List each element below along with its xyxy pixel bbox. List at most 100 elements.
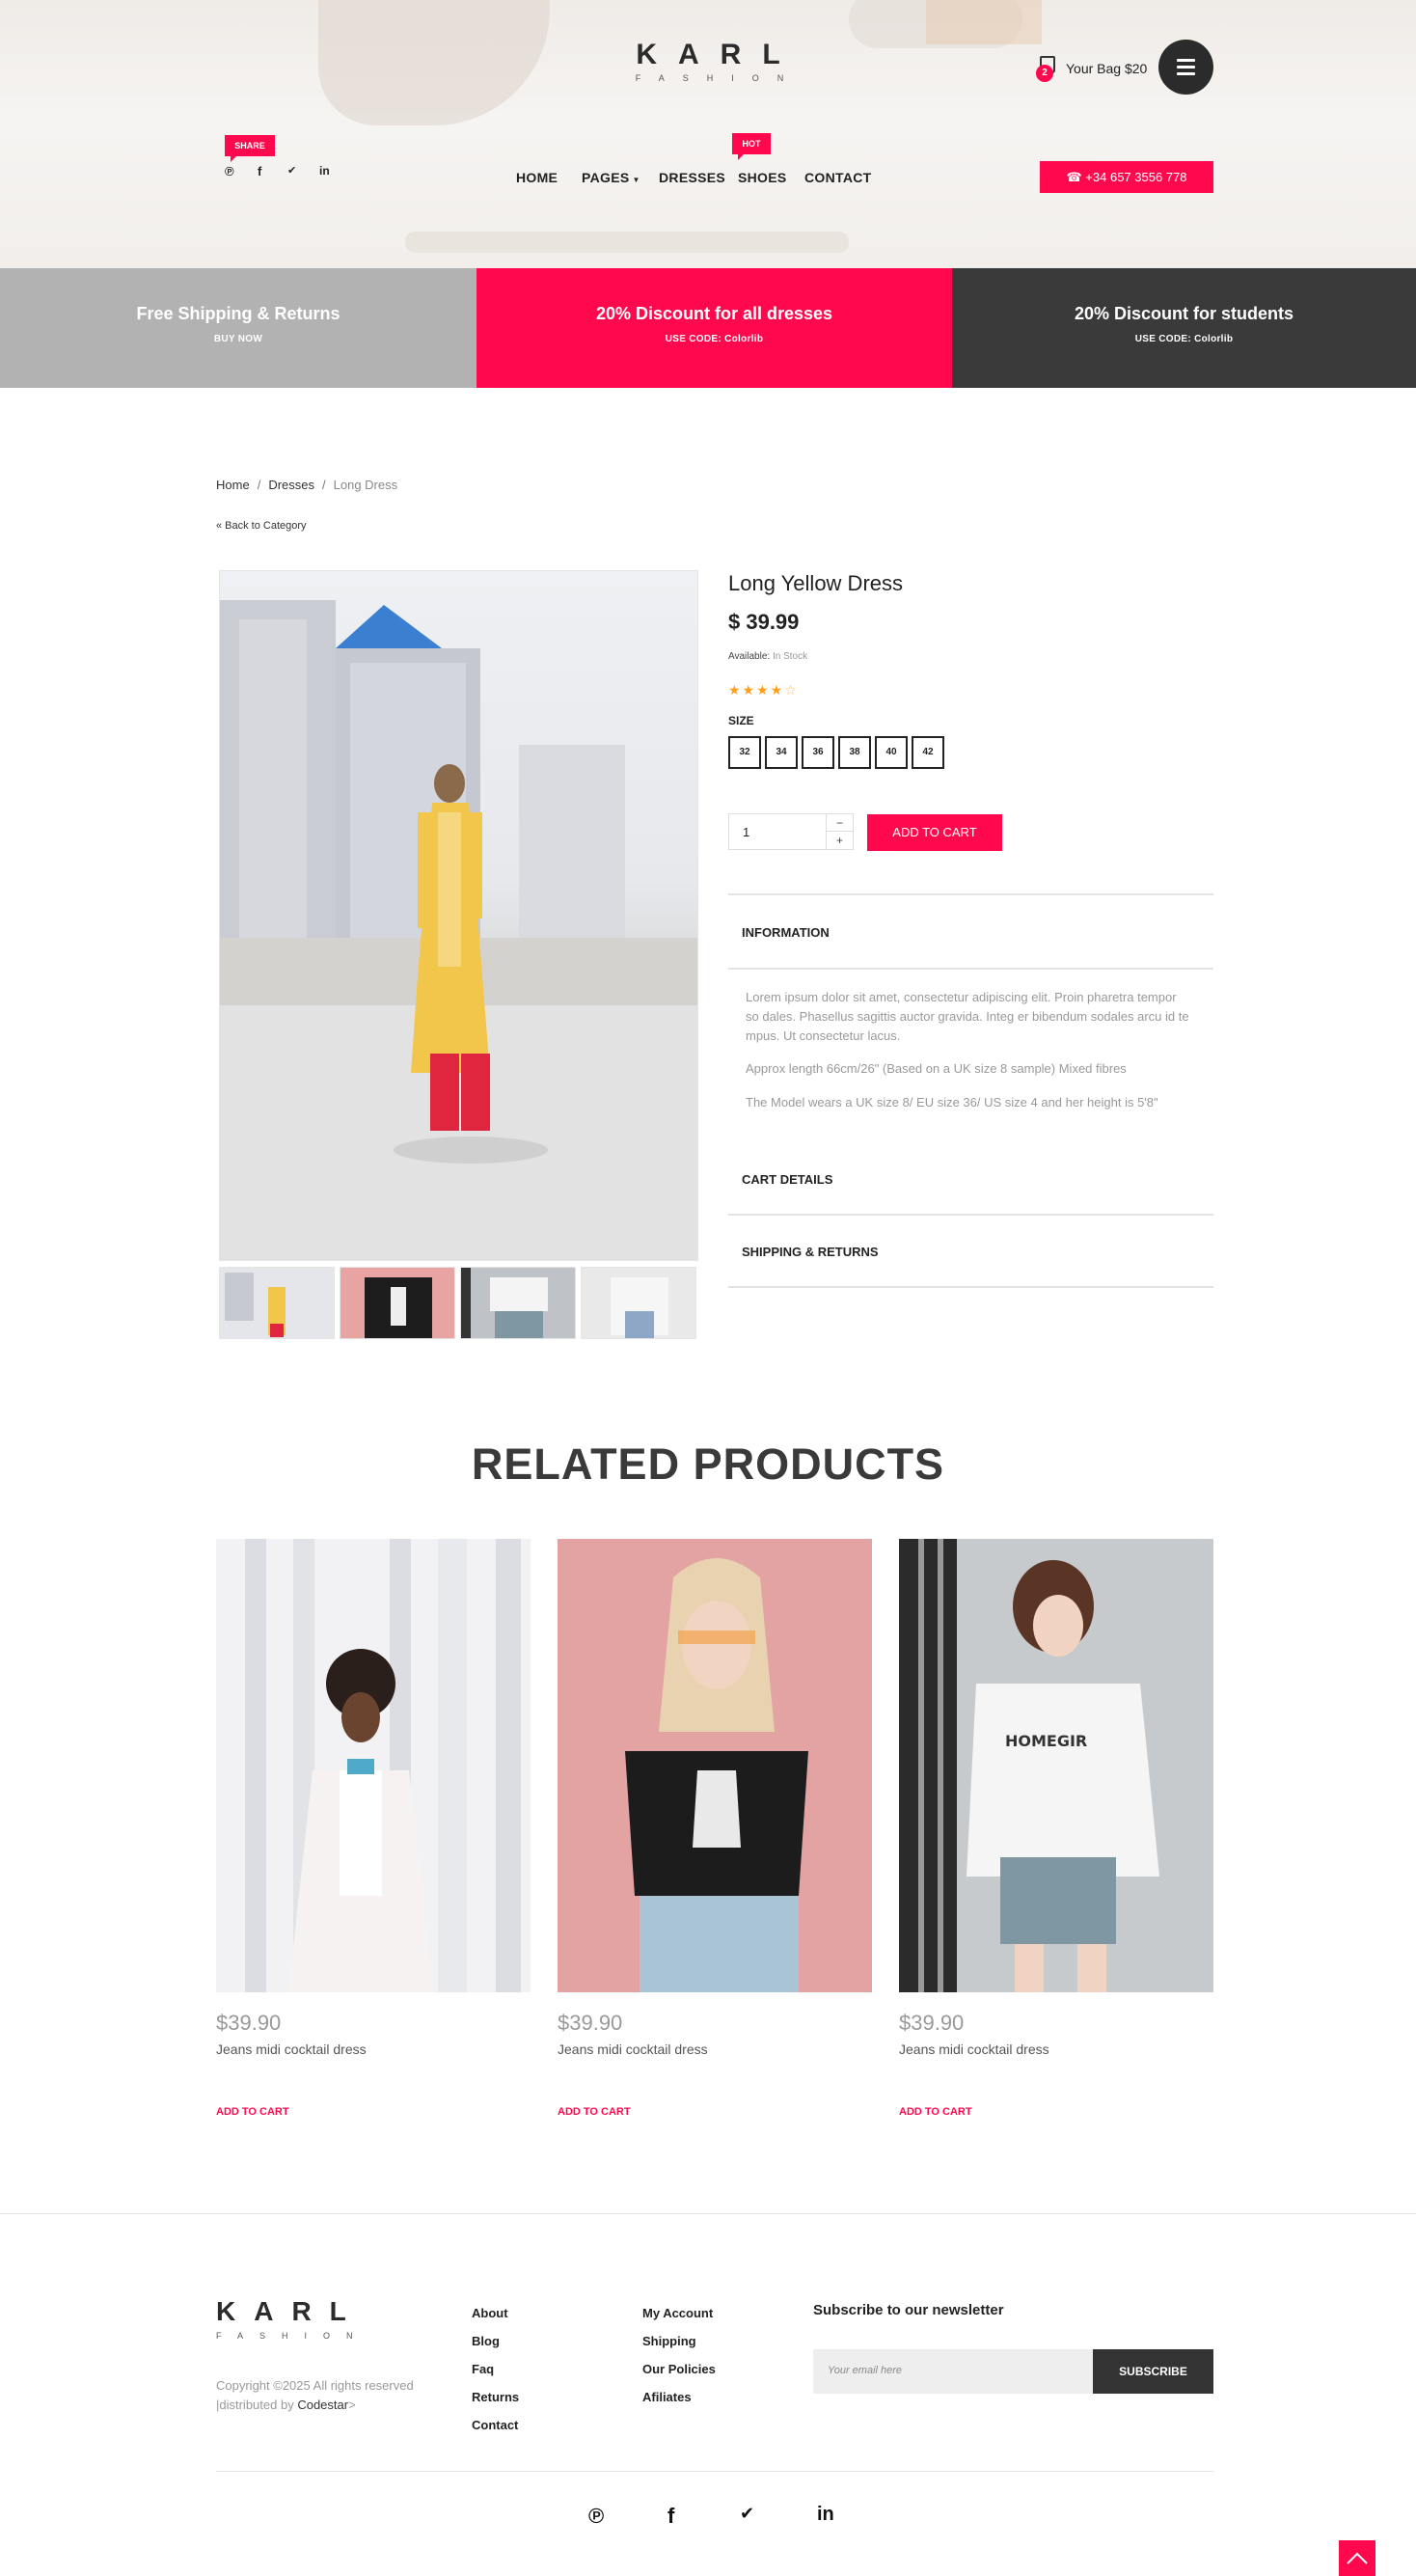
pinterest-icon[interactable]: ℗ bbox=[225, 164, 234, 178]
size-label: SIZE bbox=[728, 714, 754, 727]
share-tag: SHARE bbox=[225, 135, 275, 162]
quantity-decrease-button[interactable]: − bbox=[827, 814, 853, 832]
footer-link-shipping[interactable]: Shipping bbox=[642, 2334, 696, 2348]
footer-link-blog[interactable]: Blog bbox=[472, 2334, 500, 2348]
information-length: Approx length 66cm/26" (Based on a UK si… bbox=[746, 1061, 1127, 1076]
promo-dress-discount[interactable]: 20% Discount for all dresses USE CODE: C… bbox=[477, 268, 952, 388]
copyright-text: Copyright ©2025 All rights reserved bbox=[216, 2378, 414, 2393]
header-background-shoe bbox=[318, 0, 550, 125]
promo-title: 20% Discount for all dresses bbox=[595, 304, 833, 323]
quantity-value[interactable]: 1 bbox=[743, 825, 749, 839]
thumbnail-1[interactable] bbox=[219, 1267, 335, 1339]
related-product-image-2[interactable] bbox=[558, 1539, 872, 1992]
related-add-to-cart[interactable]: ADD TO CART bbox=[216, 2106, 289, 2118]
product-price: $ 39.99 bbox=[728, 610, 800, 634]
accordion-divider bbox=[728, 1286, 1213, 1288]
product-main-image[interactable] bbox=[219, 570, 698, 1261]
pinterest-icon[interactable]: ℗ bbox=[588, 2504, 604, 2529]
footer-link-contact[interactable]: Contact bbox=[472, 2418, 518, 2432]
star-icon: ★★★★ bbox=[728, 682, 785, 698]
nav-home[interactable]: HOME bbox=[516, 170, 558, 185]
thumbnail-3[interactable] bbox=[460, 1267, 576, 1339]
distributor-link[interactable]: Codestar bbox=[297, 2398, 348, 2412]
nav-dresses[interactable]: DRESSES bbox=[659, 170, 725, 185]
back-to-category-link[interactable]: « Back to Category bbox=[216, 520, 307, 532]
related-name[interactable]: Jeans midi cocktail dress bbox=[216, 2042, 367, 2057]
availability-label: Available: bbox=[728, 651, 771, 662]
facebook-icon[interactable]: f bbox=[667, 2504, 674, 2529]
site-logo[interactable]: KARL FASHION bbox=[627, 39, 810, 83]
breadcrumb-current: Long Dress bbox=[333, 478, 398, 492]
quantity-buttons: − + bbox=[826, 814, 853, 849]
accordion-shipping-returns[interactable]: SHIPPING & RETURNS bbox=[742, 1245, 879, 1259]
add-to-cart-button[interactable]: ADD TO CART bbox=[867, 814, 1002, 851]
facebook-icon[interactable]: f bbox=[258, 164, 261, 178]
promo-sub: USE CODE: Colorlib bbox=[1134, 334, 1234, 344]
star-empty-icon: ☆ bbox=[784, 682, 799, 698]
hot-tag: HOT bbox=[732, 133, 771, 160]
shirt-print-text: HOMEGIR bbox=[1005, 1732, 1087, 1750]
nav-contact[interactable]: CONTACT bbox=[804, 170, 872, 185]
logo-main-text: KARL bbox=[636, 39, 802, 70]
footer-link-policies[interactable]: Our Policies bbox=[642, 2362, 716, 2376]
promo-title: Free Shipping & Returns bbox=[136, 304, 340, 323]
footer-link-about[interactable]: About bbox=[472, 2306, 508, 2320]
thumbnail-4[interactable] bbox=[581, 1267, 696, 1339]
information-description: Lorem ipsum dolor sit amet, consectetur … bbox=[746, 990, 1189, 1043]
related-name[interactable]: Jeans midi cocktail dress bbox=[558, 2042, 708, 2057]
twitter-icon[interactable]: ✔ bbox=[740, 2504, 754, 2524]
related-price: $39.90 bbox=[899, 2011, 965, 2035]
subscribe-button[interactable]: SUBSCRIBE bbox=[1093, 2349, 1213, 2394]
size-option[interactable]: 34 bbox=[765, 736, 798, 769]
quantity-increase-button[interactable]: + bbox=[827, 832, 853, 849]
breadcrumb-home[interactable]: Home bbox=[216, 478, 250, 492]
copyright: Copyright ©2025 All rights reserved |dis… bbox=[216, 2376, 414, 2415]
quantity-stepper[interactable]: 1 − + bbox=[728, 813, 854, 850]
promo-title: 20% Discount for students bbox=[1074, 304, 1294, 323]
hamburger-icon[interactable] bbox=[1158, 40, 1213, 95]
rating-stars: ★★★★☆ bbox=[728, 682, 799, 699]
related-price: $39.90 bbox=[558, 2011, 623, 2035]
information-model-size: The Model wears a UK size 8/ EU size 36/… bbox=[746, 1095, 1158, 1110]
footer-logo[interactable]: KARL FASHION bbox=[216, 2296, 370, 2341]
accordion-cart-details[interactable]: CART DETAILS bbox=[742, 1172, 832, 1187]
scroll-to-top-button[interactable] bbox=[1339, 2540, 1375, 2576]
breadcrumb-dresses[interactable]: Dresses bbox=[268, 478, 314, 492]
promo-student-discount[interactable]: 20% Discount for students USE CODE: Colo… bbox=[952, 268, 1416, 388]
footer-logo-main: KARL bbox=[216, 2296, 365, 2326]
bag-total[interactable]: Your Bag $20 bbox=[1066, 61, 1147, 76]
linkedin-icon[interactable]: in bbox=[817, 2504, 834, 2526]
header-background-belt bbox=[405, 232, 849, 253]
availability-value: In Stock bbox=[772, 651, 808, 662]
newsletter-email-input[interactable]: Your email here bbox=[813, 2349, 1093, 2394]
footer-logo-sub: FASHION bbox=[216, 2331, 369, 2341]
promo-sub: USE CODE: Colorlib bbox=[665, 334, 764, 344]
size-option[interactable]: 38 bbox=[838, 736, 871, 769]
promo-free-shipping[interactable]: Free Shipping & Returns BUY NOW bbox=[0, 268, 477, 388]
nav-pages[interactable]: PAGES ▼ bbox=[582, 170, 640, 185]
related-product-image-1[interactable] bbox=[216, 1539, 531, 1992]
footer-link-my-account[interactable]: My Account bbox=[642, 2306, 713, 2320]
size-option[interactable]: 36 bbox=[802, 736, 834, 769]
logo-sub-text: FASHION bbox=[635, 73, 803, 83]
nav-shoes[interactable]: SHOES bbox=[738, 170, 787, 185]
accordion-information[interactable]: INFORMATION bbox=[742, 925, 830, 940]
linkedin-icon[interactable]: in bbox=[319, 164, 330, 178]
header-background-wallet bbox=[926, 0, 1042, 44]
size-option[interactable]: 32 bbox=[728, 736, 761, 769]
twitter-icon[interactable]: ✔ bbox=[287, 164, 296, 177]
related-add-to-cart[interactable]: ADD TO CART bbox=[899, 2106, 972, 2118]
thumbnail-2[interactable] bbox=[340, 1267, 455, 1339]
size-option[interactable]: 42 bbox=[912, 736, 944, 769]
phone-button[interactable]: ☎ +34 657 3556 778 bbox=[1040, 161, 1213, 193]
related-add-to-cart[interactable]: ADD TO CART bbox=[558, 2106, 631, 2118]
footer-link-faq[interactable]: Faq bbox=[472, 2362, 494, 2376]
footer-link-returns[interactable]: Returns bbox=[472, 2390, 519, 2404]
related-product-image-3[interactable]: HOMEGIR bbox=[899, 1539, 1213, 1992]
availability: Available: In Stock bbox=[728, 651, 807, 662]
related-name[interactable]: Jeans midi cocktail dress bbox=[899, 2042, 1049, 2057]
chevron-up-icon bbox=[1347, 2552, 1368, 2564]
footer-link-affiliates[interactable]: Afiliates bbox=[642, 2390, 692, 2404]
size-option[interactable]: 40 bbox=[875, 736, 908, 769]
bag-count-badge: 2 bbox=[1036, 65, 1053, 82]
